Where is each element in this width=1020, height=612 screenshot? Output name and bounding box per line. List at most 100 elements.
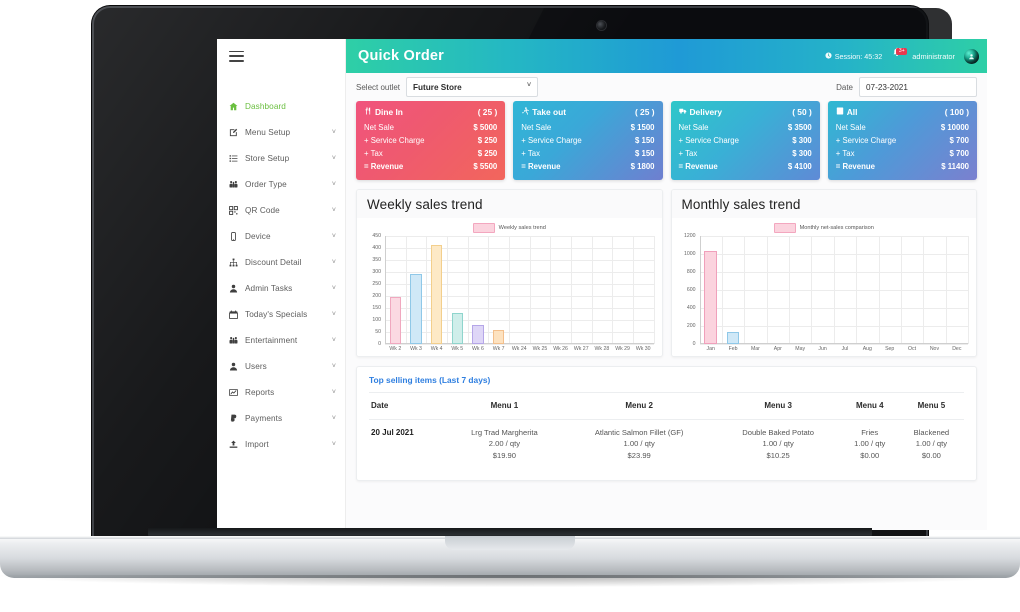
sidebar-item-reports[interactable]: Reports ˅ [217,379,345,405]
chart-bar[interactable] [704,251,717,344]
weekly-panel-header: Weekly sales trend [357,189,662,218]
chevron-down-icon[interactable]: ˅ [332,285,336,292]
stat-card-title-label: Take out [532,107,567,117]
chart-bar[interactable] [389,297,402,344]
chevron-down-icon[interactable]: ˅ [332,337,336,344]
chevron-down-icon[interactable]: ˅ [332,207,336,214]
chevron-down-icon[interactable]: ˅ [332,415,336,422]
menu-item-name: Fries [861,427,879,437]
menu-item-qty: 2.00 / qty [488,439,521,449]
sidebar-item-order-type[interactable]: Order Type ˅ [217,171,345,197]
x-tick-label: Nov [929,345,940,352]
x-tick-label: Wk 30 [635,345,651,352]
chart-bar-cell [700,236,722,344]
sidebar-item-import[interactable]: Import ˅ [217,431,345,457]
chart-bar[interactable] [430,244,443,344]
sidebar-item-today-s-specials[interactable]: Today's Specials ˅ [217,301,345,327]
upload-icon [227,440,240,449]
stat-row: Net Sale $ 5000 [364,121,497,134]
top-bar: Quick Order Session: 45:32 3+ administra… [346,39,987,73]
sidebar-item-store-setup[interactable]: Store Setup ˅ [217,145,345,171]
stat-row-label: + Service Charge [678,135,739,145]
stat-row-label: Net Sale [678,122,709,132]
sidebar-item-users[interactable]: Users ˅ [217,353,345,379]
stat-row-value: $ 11400 [941,161,969,171]
table-header-row: Date Menu 1 Menu 2 Menu 3 Menu 4 Menu 5 [369,391,964,420]
chevron-down-icon[interactable]: ˅ [332,155,336,162]
sidebar-item-admin-tasks[interactable]: Admin Tasks ˅ [217,275,345,301]
table-cell-date: 20 Jul 2021 [371,427,414,437]
chart-bar-cell [612,236,633,344]
stat-card-delivery[interactable]: Delivery ( 50 ) Net Sale $ 3500 + Service Ch… [670,101,820,180]
hamburger-icon[interactable] [229,50,244,62]
base-notch [445,536,575,550]
sidebar-item-entertainment[interactable]: Entertainment ˅ [217,327,345,353]
stat-row-value: $ 250 [477,148,498,158]
chart-bar-cell [722,236,744,344]
chart-bar[interactable] [726,331,740,344]
chart-y-axis-labels: 0 50 100 150 200 250 300 350 400 450 [363,233,383,347]
sidebar-item-discount-detail[interactable]: Discount Detail ˅ [217,249,345,275]
sitemap-icon [227,258,240,267]
y-tick-label: 0 [692,340,696,347]
chart-bar-cell [811,236,833,344]
sidebar-item-device[interactable]: Device ˅ [217,223,345,249]
stat-row: Net Sale $ 10000 [836,121,969,134]
stat-row: + Service Charge $ 300 [679,134,812,147]
menu-item-qty: 1.00 / qty [623,439,655,449]
webcam-icon [597,21,606,30]
laptop-mockup: Dashboard Menu Setup ˅ Store Setup ˅ Order Ty… [0,0,1020,612]
x-tick-label: Wk 24 [511,345,527,352]
stat-row-label: + Service Charge [835,135,897,145]
home-icon [227,102,240,111]
table-column-header: Menu 3 [715,391,841,420]
x-tick-label: Oct [908,345,917,352]
sidebar-item-label: Menu Setup [245,127,291,137]
stat-card-dinein[interactable]: Dine In ( 25 ) Net Sale $ 5000 + Service Cha… [356,101,506,180]
stat-card-takeout[interactable]: Take out ( 25 ) Net Sale $ 1500 + Service Ch… [513,101,663,180]
chevron-down-icon[interactable]: ˅ [332,259,336,266]
stat-card-all[interactable]: All ( 100 ) Net Sale $ 10000 + Service Charg… [827,101,977,180]
y-tick-label: 200 [686,322,696,329]
top-selling-header: Top selling items (Last 7 days) [357,367,976,392]
sidebar-item-label: Dashboard [245,101,286,111]
sidebar-item-dashboard[interactable]: Dashboard [217,93,345,119]
chart-bar[interactable] [492,330,505,344]
stat-row-value: $ 5000 [473,122,498,132]
main-area: Quick Order Session: 45:32 3+ administra… [346,39,987,530]
chart-bar[interactable] [472,325,484,344]
table-body: 20 Jul 2021 Lrg Trad Margherita 2.00 / qty… [369,419,964,470]
date-input[interactable]: 07-23-2021 [859,77,977,97]
y-tick-label: 0 [378,340,381,347]
username-label: administrator [912,51,955,61]
chart-bars [700,236,969,344]
chart-bar[interactable] [410,274,422,344]
sidebar-item-menu-setup[interactable]: Menu Setup ˅ [217,119,345,145]
chevron-down-icon[interactable]: ˅ [332,181,336,188]
outlet-select[interactable]: Future Store ˅ [406,77,539,97]
chart-bar[interactable] [451,312,464,344]
weekly-chart-plot: 0 50 100 150 200 250 300 350 400 450 [363,233,656,347]
y-tick-label: 400 [686,304,696,311]
sidebar-item-qr-code[interactable]: QR Code ˅ [217,197,345,223]
menu-item-name: Double Baked Potato [742,427,815,437]
binoculars-icon [227,180,240,189]
chevron-down-icon[interactable]: ˅ [332,311,336,318]
laptop-lid: Dashboard Menu Setup ˅ Store Setup ˅ Order Ty… [92,6,987,542]
monthly-panel-header: Monthly sales trend [671,189,976,218]
sidebar-item-payments[interactable]: Payments ˅ [217,405,345,431]
chevron-down-icon[interactable]: ˅ [332,233,336,240]
chart-bar-cell [426,236,447,344]
avatar[interactable] [964,48,979,64]
chevron-down-icon[interactable]: ˅ [332,389,336,396]
weekly-chart-legend: Weekly sales trend [363,222,656,236]
chart-bar-cell [488,236,509,344]
chevron-down-icon[interactable]: ˅ [332,363,336,370]
notifications-button[interactable]: 3+ [891,47,908,63]
chevron-down-icon[interactable]: ˅ [332,441,336,448]
stat-row-value: $ 150 [634,148,655,158]
chevron-down-icon[interactable]: ˅ [332,129,336,136]
monthly-chart-xaxis: Jan Feb Mar Apr May Jun Jul Aug Sep Oct Nov Dec [678,344,971,352]
stat-row-value: $ 150 [634,135,655,145]
sidebar-item-label: Admin Tasks [245,283,293,293]
